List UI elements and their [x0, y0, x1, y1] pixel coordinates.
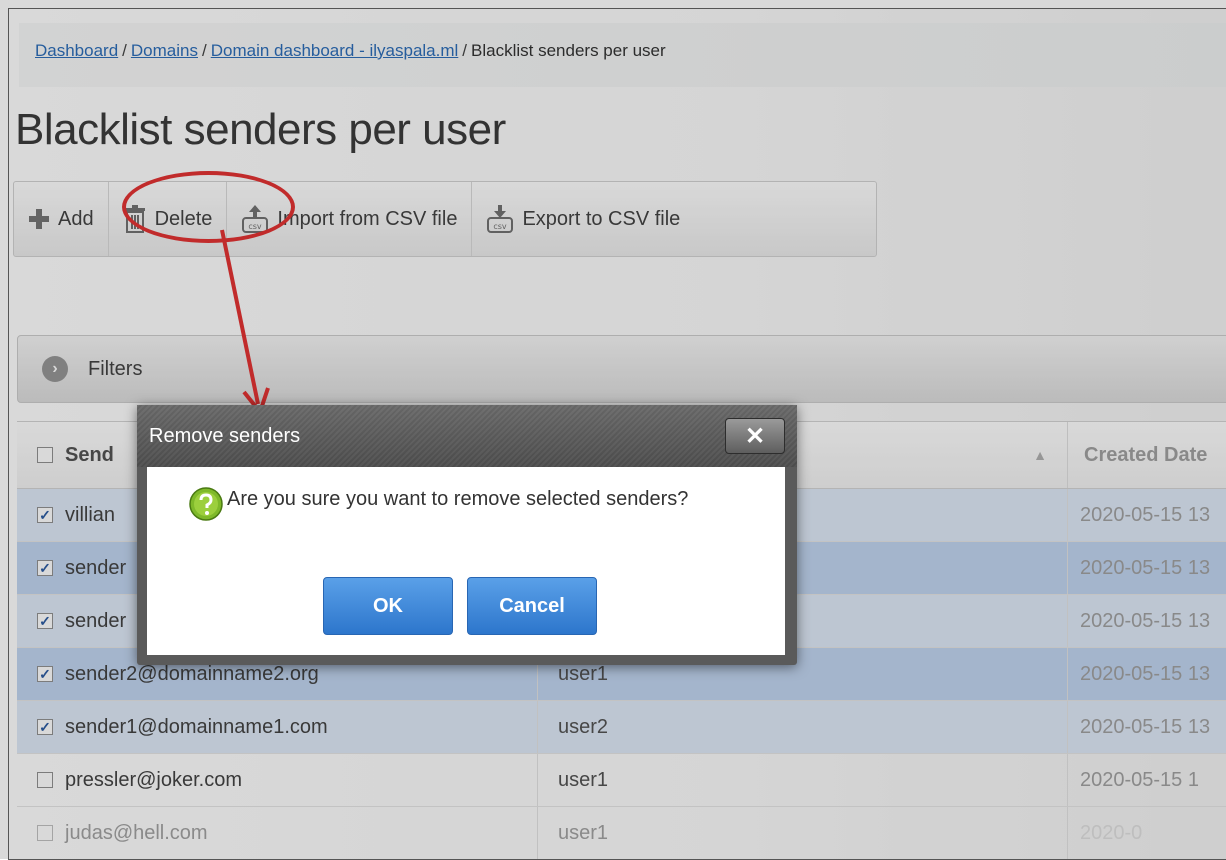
row-checkbox[interactable] — [37, 772, 53, 788]
sort-asc-icon[interactable]: ▲ — [1033, 447, 1047, 463]
breadcrumb-separator: / — [462, 41, 468, 60]
delete-button-label: Delete — [154, 207, 213, 230]
ok-button[interactable]: OK — [323, 577, 453, 635]
row-created-date: 2020-05-15 13 — [1067, 701, 1226, 753]
table-row[interactable]: ✓ sender1@domainname1.com user2 2020-05-1… — [17, 701, 1226, 754]
row-sender: sender2@domainname2.org — [65, 662, 319, 685]
add-button-label: Add — [58, 207, 94, 230]
dialog-body: Are you sure you want to remove selected… — [147, 467, 785, 655]
dialog-message: Are you sure you want to remove selected… — [227, 488, 689, 510]
row-user: user1 — [537, 754, 1067, 806]
table-row[interactable]: judas@hell.com user1 2020-0 — [17, 807, 1226, 859]
row-created-date: 2020-05-15 13 — [1067, 542, 1226, 594]
row-user: user1 — [537, 807, 1067, 859]
export-csv-label: Export to CSV file — [522, 207, 681, 230]
row-checkbox[interactable]: ✓ — [37, 613, 53, 629]
filters-label: Filters — [88, 357, 143, 380]
breadcrumb-link-domains[interactable]: Domains — [131, 41, 198, 60]
page-title: Blacklist senders per user — [15, 105, 506, 154]
table-row[interactable]: pressler@joker.com user1 2020-05-15 1 — [17, 754, 1226, 807]
breadcrumb: Dashboard / Domains / Domain dashboard - ily… — [19, 23, 1226, 87]
question-icon — [189, 487, 223, 526]
row-created-date: 2020-0 — [1067, 807, 1226, 859]
breadcrumb-separator: / — [122, 41, 127, 60]
row-sender: villian — [65, 503, 116, 526]
row-created-date: 2020-05-15 13 — [1067, 489, 1226, 541]
breadcrumb-link-domain-dashboard[interactable]: Domain dashboard - ilyaspala.ml — [211, 41, 459, 60]
row-checkbox[interactable]: ✓ — [37, 560, 53, 576]
row-sender: sender — [65, 609, 127, 632]
dialog-title: Remove senders — [149, 424, 301, 447]
row-sender: judas@hell.com — [65, 821, 208, 844]
add-button[interactable]: Add — [14, 182, 109, 256]
row-created-date: 2020-05-15 13 — [1067, 595, 1226, 647]
csv-download-icon: csv — [486, 204, 514, 234]
row-user: user2 — [537, 701, 1067, 753]
filters-bar[interactable]: › Filters — [17, 335, 1226, 403]
column-header-created-date[interactable]: Created Date — [1067, 422, 1226, 488]
import-csv-button[interactable]: csv Import from CSV file — [227, 182, 473, 256]
dialog-titlebar: Remove senders ✕ — [137, 405, 797, 467]
cancel-button[interactable]: Cancel — [467, 577, 597, 635]
delete-button[interactable]: Delete — [109, 182, 228, 256]
trash-icon — [123, 205, 147, 233]
row-sender: sender1@domainname1.com — [65, 715, 328, 738]
row-sender: sender — [65, 556, 127, 579]
svg-text:csv: csv — [494, 222, 508, 231]
row-created-date: 2020-05-15 13 — [1067, 648, 1226, 700]
row-checkbox[interactable]: ✓ — [37, 666, 53, 682]
remove-senders-dialog: Remove senders ✕ Are you sure you want t… — [137, 405, 797, 665]
row-checkbox[interactable] — [37, 825, 53, 841]
toolbar: Add Delete csv Import from CSV file csv … — [13, 181, 877, 257]
close-button[interactable]: ✕ — [725, 418, 785, 454]
row-created-date: 2020-05-15 1 — [1067, 754, 1226, 806]
breadcrumb-current: Blacklist senders per user — [471, 41, 666, 60]
row-checkbox[interactable]: ✓ — [37, 719, 53, 735]
row-checkbox[interactable]: ✓ — [37, 507, 53, 523]
row-sender: pressler@joker.com — [65, 768, 243, 791]
import-csv-label: Import from CSV file — [277, 207, 458, 230]
select-all-checkbox[interactable] — [37, 447, 53, 463]
breadcrumb-separator: / — [202, 41, 207, 60]
csv-upload-icon: csv — [241, 204, 269, 234]
column-header-sender[interactable]: Send — [65, 444, 114, 467]
plus-icon — [28, 208, 50, 230]
chevron-right-icon[interactable]: › — [42, 356, 68, 382]
breadcrumb-link-dashboard[interactable]: Dashboard — [35, 41, 118, 60]
svg-text:csv: csv — [249, 222, 263, 231]
export-csv-button[interactable]: csv Export to CSV file — [472, 182, 694, 256]
